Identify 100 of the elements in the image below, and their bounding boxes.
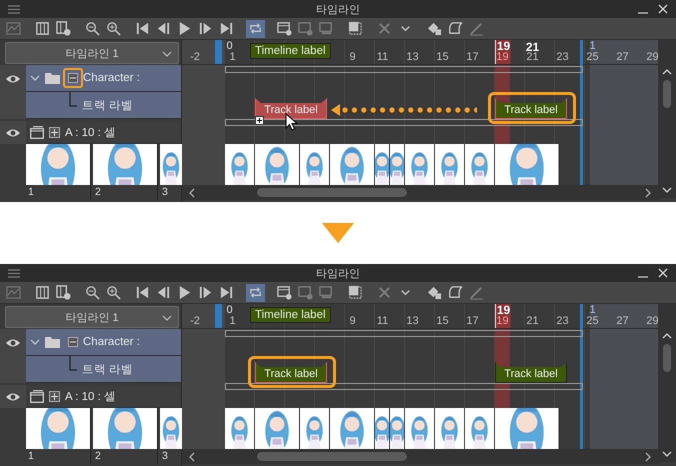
eye-icon[interactable] bbox=[5, 74, 21, 84]
start-marker[interactable] bbox=[215, 304, 222, 328]
scroll-up-icon[interactable] bbox=[662, 68, 672, 76]
ruler-number: 11 bbox=[376, 51, 388, 63]
ruler-number: -2 bbox=[190, 51, 200, 63]
end-marker[interactable] bbox=[580, 40, 583, 185]
zoom-in-icon[interactable] bbox=[104, 284, 123, 302]
scroll-down-icon[interactable] bbox=[662, 186, 672, 194]
add-icon bbox=[255, 116, 264, 125]
scroll-left-icon[interactable] bbox=[188, 452, 196, 462]
add-frames-icon[interactable] bbox=[54, 20, 73, 38]
cell-number: 1 bbox=[27, 186, 34, 198]
layer-name: 트랙 라벨 bbox=[82, 363, 134, 377]
frame-number: 1 bbox=[589, 40, 596, 52]
layer-row[interactable]: 트랙 라벨 bbox=[26, 356, 181, 383]
ruler-number: 15 bbox=[436, 315, 449, 327]
collapse-button[interactable] bbox=[68, 337, 78, 347]
horizontal-scrollbar[interactable] bbox=[182, 449, 658, 464]
ruler-number: 13 bbox=[406, 315, 419, 327]
cell-number: 2 bbox=[94, 186, 101, 198]
frame-number: 0 bbox=[226, 40, 233, 52]
menu-icon[interactable] bbox=[8, 268, 20, 278]
caret-icon bbox=[162, 315, 172, 321]
layer-name: A : 10 : 셀 bbox=[65, 126, 116, 140]
film-icon bbox=[30, 390, 44, 402]
zoom-out-icon[interactable] bbox=[83, 284, 102, 302]
ruler-number: 29 bbox=[646, 51, 658, 63]
scroll-right-icon[interactable] bbox=[644, 452, 652, 462]
ruler-number: 9 bbox=[349, 315, 356, 327]
ruler-number: 29 bbox=[646, 315, 658, 327]
scroll-up-icon[interactable] bbox=[662, 332, 672, 340]
ruler-number: 23 bbox=[556, 315, 569, 327]
close-icon[interactable] bbox=[658, 4, 668, 14]
folder-icon bbox=[45, 336, 60, 348]
close-icon[interactable] bbox=[658, 268, 668, 278]
layer-row[interactable]: Character : bbox=[26, 329, 181, 356]
cell-number: 3 bbox=[161, 186, 168, 198]
frames-icon[interactable] bbox=[33, 284, 52, 302]
eye-icon[interactable] bbox=[5, 128, 21, 138]
film-icon bbox=[30, 126, 44, 138]
vertical-scrollbar[interactable] bbox=[658, 304, 676, 462]
layer-row[interactable]: 트랙 라벨 bbox=[26, 92, 181, 119]
caret-icon bbox=[162, 51, 172, 57]
loop-icon[interactable] bbox=[246, 284, 265, 302]
timeline-dropdown[interactable]: 타임라인 1 bbox=[5, 306, 179, 328]
layer-name: A : 10 : 셀 bbox=[65, 390, 116, 404]
scroll-right-icon[interactable] bbox=[644, 188, 652, 198]
layer-row[interactable]: Character : bbox=[26, 65, 181, 92]
ruler-number: 13 bbox=[406, 51, 419, 63]
vertical-scrollbar[interactable] bbox=[658, 40, 676, 198]
ruler-number: 1 bbox=[229, 315, 236, 327]
scroll-left-icon[interactable] bbox=[188, 188, 196, 198]
folder-icon bbox=[45, 72, 60, 84]
expand-button[interactable] bbox=[49, 126, 60, 138]
scroll-thumb[interactable] bbox=[257, 188, 407, 197]
ruler-number: 23 bbox=[556, 51, 569, 63]
expand-button[interactable] bbox=[49, 390, 60, 402]
frames-icon[interactable] bbox=[33, 20, 52, 38]
layer-name: 트랙 라벨 bbox=[82, 99, 134, 113]
frame-number: 1 bbox=[589, 304, 596, 316]
timeline-label[interactable]: Timeline label bbox=[250, 43, 331, 59]
expand-caret-icon[interactable] bbox=[30, 73, 40, 83]
ruler-number: 17 bbox=[466, 315, 479, 327]
ruler-number: 25 bbox=[586, 51, 599, 63]
start-marker[interactable] bbox=[215, 40, 222, 64]
timeline-dropdown[interactable]: 타임라인 1 bbox=[5, 42, 179, 64]
loop-icon[interactable] bbox=[246, 20, 265, 38]
cell-number: 1 bbox=[27, 450, 34, 462]
collapse-button[interactable] bbox=[68, 73, 78, 83]
menu-icon[interactable] bbox=[8, 4, 20, 14]
ruler-number: 21 bbox=[526, 51, 539, 63]
ruler-number: 27 bbox=[616, 51, 629, 63]
zoom-in-icon[interactable] bbox=[104, 20, 123, 38]
scroll-thumb[interactable] bbox=[663, 344, 671, 372]
ruler-number: 1 bbox=[229, 51, 236, 63]
down-arrow bbox=[322, 223, 354, 243]
ruler-number: 19 bbox=[496, 51, 509, 63]
scroll-thumb[interactable] bbox=[257, 452, 407, 461]
expand-caret-icon[interactable] bbox=[30, 337, 40, 347]
add-frames-icon[interactable] bbox=[54, 284, 73, 302]
ruler-number: 17 bbox=[466, 51, 479, 63]
ruler-number: 9 bbox=[349, 51, 356, 63]
scroll-thumb[interactable] bbox=[663, 80, 671, 108]
end-marker[interactable] bbox=[580, 304, 583, 449]
ruler-number: 21 bbox=[526, 315, 539, 327]
cell-number: 3 bbox=[161, 450, 168, 462]
ruler-number: 15 bbox=[436, 51, 449, 63]
ruler-number: 11 bbox=[376, 315, 388, 327]
ruler-number: -2 bbox=[190, 315, 200, 327]
horizontal-scrollbar[interactable] bbox=[182, 185, 658, 200]
timeline-label[interactable]: Timeline label bbox=[250, 307, 331, 323]
ruler-number: 25 bbox=[586, 315, 599, 327]
window-title: 타임라인 bbox=[316, 2, 360, 16]
eye-icon[interactable] bbox=[5, 392, 21, 402]
ruler-number: 27 bbox=[616, 315, 629, 327]
zoom-out-icon[interactable] bbox=[83, 20, 102, 38]
scroll-down-icon[interactable] bbox=[662, 450, 672, 458]
eye-icon[interactable] bbox=[5, 338, 21, 348]
window-title: 타임라인 bbox=[316, 266, 360, 280]
frame-number: 21 bbox=[526, 40, 540, 54]
